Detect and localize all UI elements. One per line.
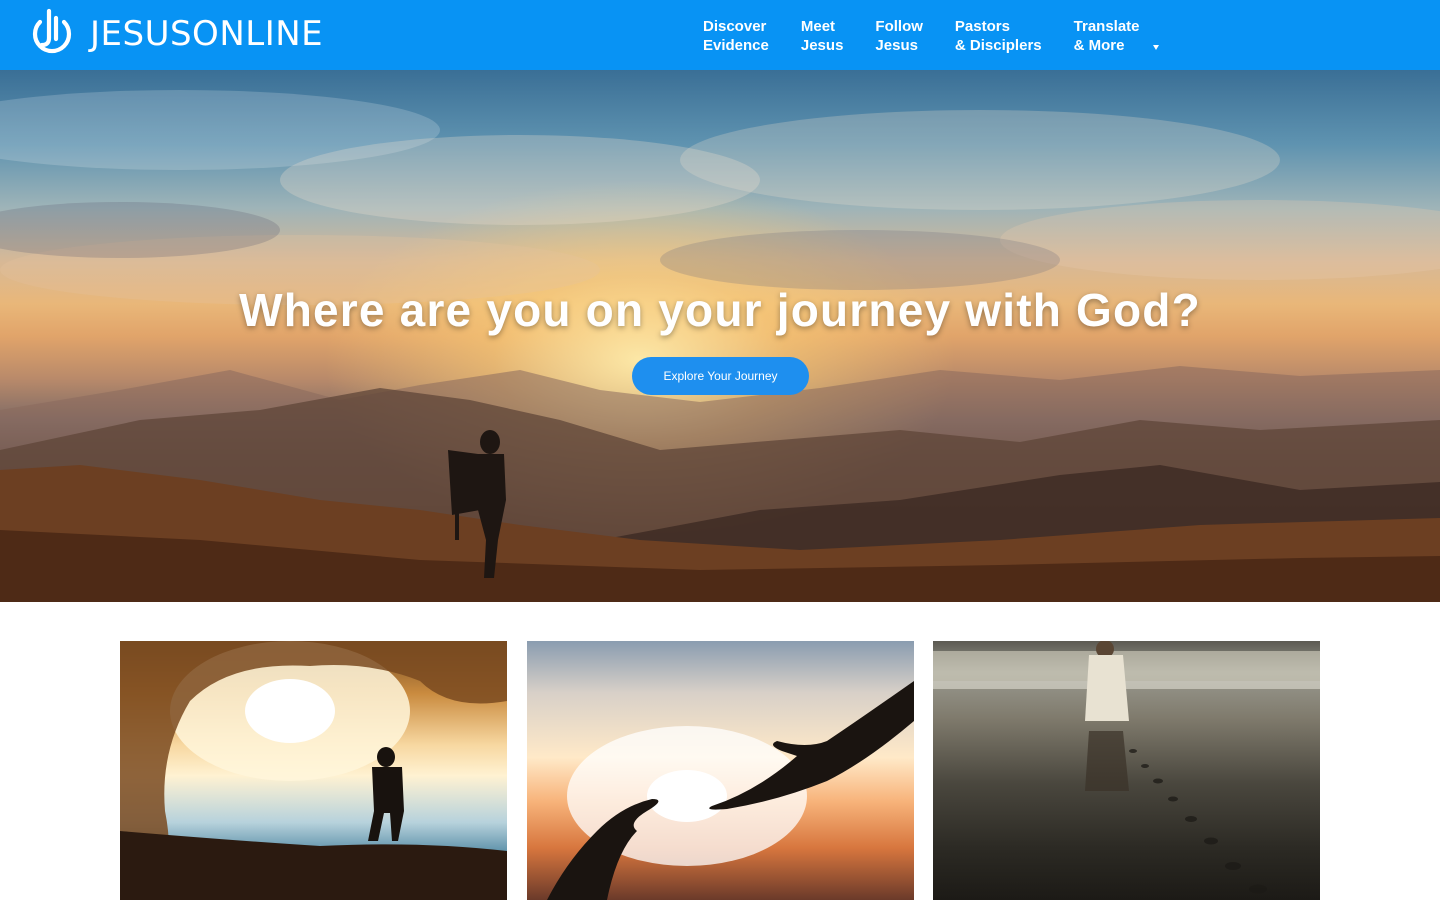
card-reaching-hands[interactable] <box>527 641 914 900</box>
card-image-hands <box>547 641 914 900</box>
nav-discover-evidence[interactable]: Discover Evidence <box>703 17 769 55</box>
site-header: JESUSONLINE Discover Evidence Meet Jesus… <box>0 0 1440 70</box>
card-footprints-beach[interactable] <box>933 641 1320 900</box>
nav-label-line2: & Disciplers <box>954 37 1042 54</box>
nav-pastors-disciplers[interactable]: Pastors & Disciplers <box>955 17 1042 55</box>
site-logo[interactable]: JESUSONLINE <box>28 8 323 60</box>
card-image-beach <box>933 641 1320 894</box>
nav-label-line1: Discover <box>703 18 767 35</box>
nav-label-line1: Translate <box>1073 18 1140 35</box>
nav-label-line1: Pastors <box>954 18 1010 35</box>
card-image-cave <box>120 641 507 900</box>
dropdown-caret-icon <box>1152 45 1159 50</box>
explore-journey-button[interactable]: Explore Your Journey <box>632 357 809 395</box>
nav-label-line2: & More <box>1073 37 1125 54</box>
nav-follow-jesus[interactable]: Follow Jesus <box>875 17 923 55</box>
nav-label-line1: Meet <box>800 18 836 35</box>
main-nav: Discover Evidence Meet Jesus Follow Jesu… <box>703 17 1159 55</box>
nav-translate-more[interactable]: Translate & More <box>1073 17 1159 55</box>
nav-meet-jesus[interactable]: Meet Jesus <box>801 17 844 55</box>
journey-cards <box>120 641 1320 900</box>
card-cave-sunrise[interactable] <box>120 641 507 900</box>
hero-title: Where are you on your journey with God? <box>239 284 1201 336</box>
logo-wordmark: JESUSONLINE <box>90 14 324 54</box>
nav-label-line2: Evidence <box>703 37 769 54</box>
hero-banner: Where are you on your journey with God? … <box>0 70 1440 602</box>
nav-label-line2: Jesus <box>875 37 918 54</box>
nav-label-line1: Follow <box>875 18 923 35</box>
nav-label-line2: Jesus <box>800 37 844 54</box>
logo-icon <box>32 8 72 54</box>
